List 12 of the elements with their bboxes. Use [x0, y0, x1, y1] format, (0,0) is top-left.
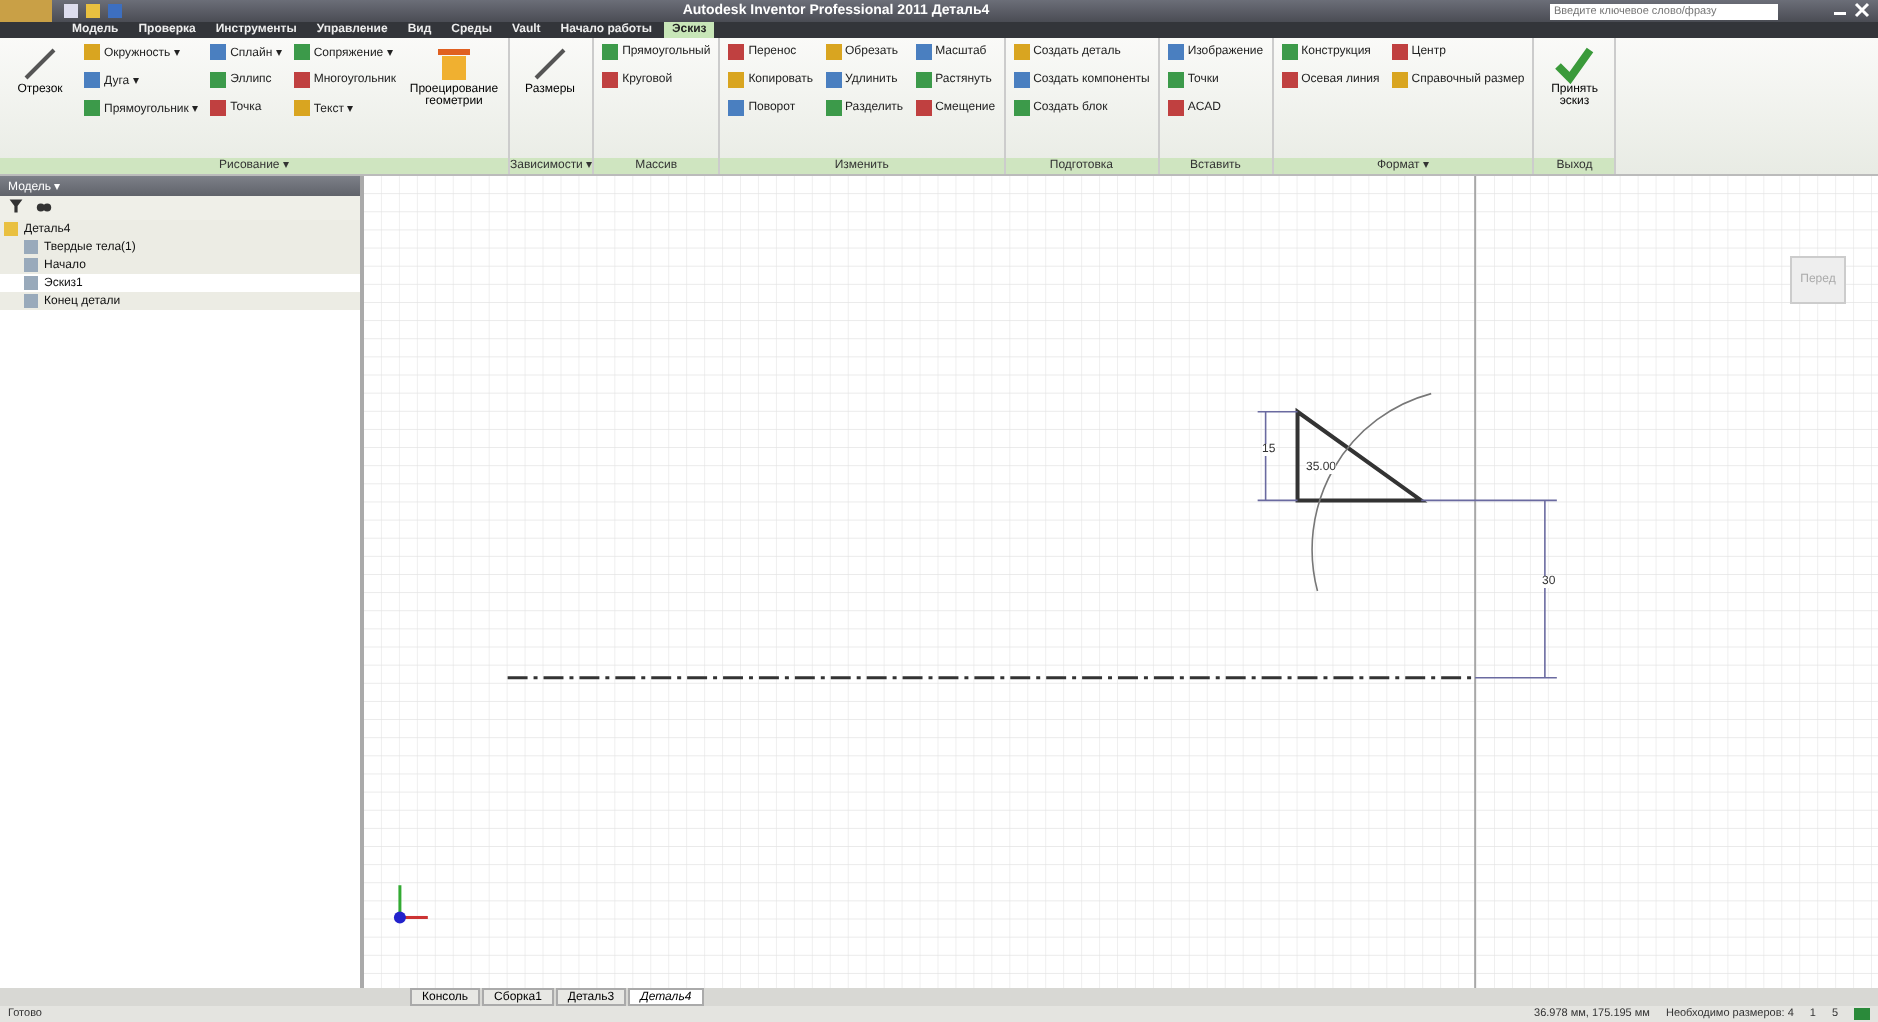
extension-line [1474, 676, 1558, 679]
close-icon[interactable] [1854, 1, 1870, 17]
dimension-line[interactable] [1256, 410, 1299, 502]
triangle-sketch[interactable] [1295, 407, 1428, 503]
line-icon [20, 44, 60, 84]
binoculars-icon[interactable] [36, 198, 52, 214]
extension-line [1420, 499, 1558, 502]
checkmark-icon [1554, 44, 1595, 84]
status-indicator-icon [1854, 1008, 1870, 1020]
line-icon [530, 44, 570, 84]
axis-triad-icon [393, 885, 428, 924]
centerline[interactable] [507, 676, 1476, 680]
